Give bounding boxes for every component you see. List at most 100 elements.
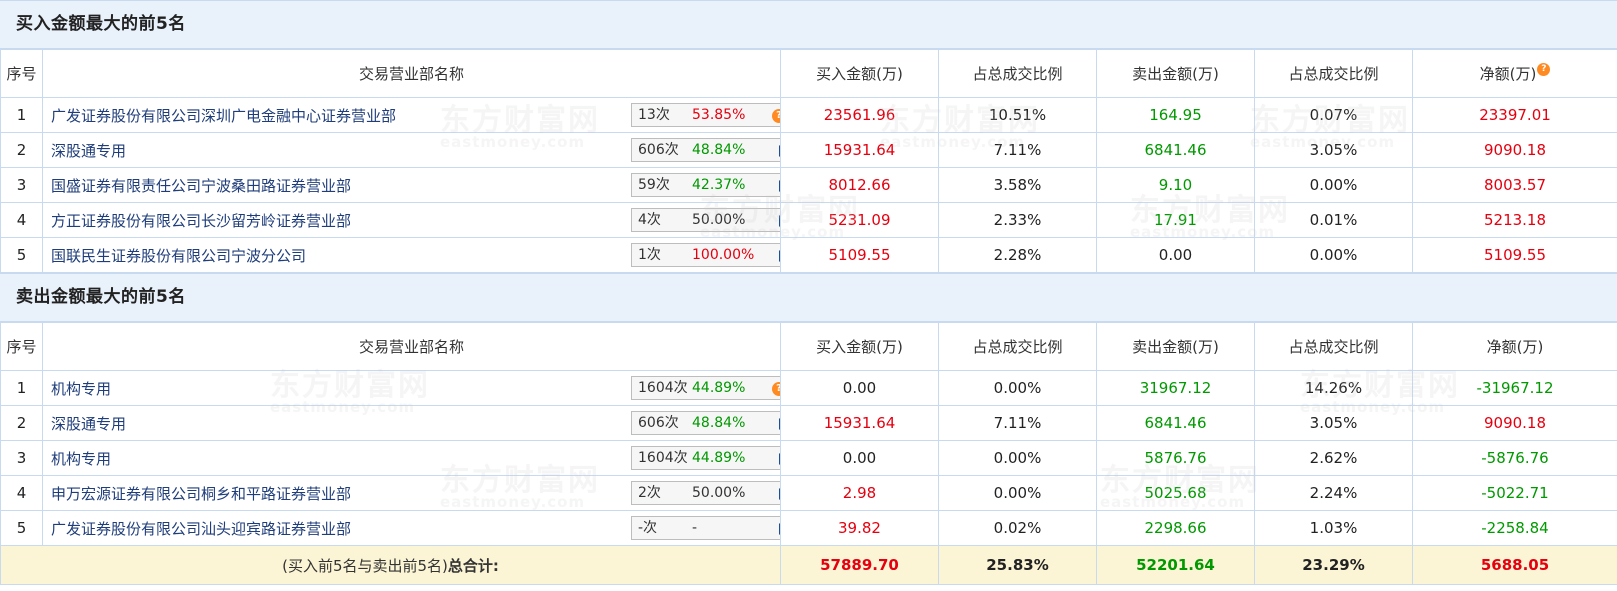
- win-rate: 100.00%: [692, 247, 755, 263]
- branch-name-link[interactable]: 方正证券股份有限公司长沙留芳岭证券营业部: [51, 212, 351, 230]
- row-index: 4: [0, 475, 43, 511]
- branch-name-link[interactable]: 申万宏源证券有限公司桐乡和平路证券营业部: [51, 485, 351, 503]
- row-index: 5: [0, 237, 43, 273]
- col-index: 序号: [0, 322, 43, 371]
- branch-name-link[interactable]: 广发证券股份有限公司深圳广电金融中心证券营业部: [51, 107, 396, 125]
- sell-section-title: 卖出金额最大的前5名: [0, 273, 1617, 322]
- arrow-right-icon[interactable]: [779, 453, 780, 465]
- arrow-right-icon[interactable]: [779, 145, 780, 157]
- arrow-right-icon[interactable]: [779, 523, 780, 535]
- win-rate: 48.84%: [692, 415, 746, 431]
- branch-stats-badge[interactable]: 2次 50.00%: [631, 481, 780, 505]
- buy-table-row: 2 深股通专用 606次 48.84% 15931.64 7.11% 6841.46 3.05…: [0, 132, 1617, 168]
- branch-name-link[interactable]: 深股通专用: [51, 142, 126, 160]
- col-net-amount: 净额(万): [1412, 322, 1617, 371]
- branch-stats-badge[interactable]: 1604次44.89%?: [631, 376, 780, 400]
- buy-ratio: 0.02%: [938, 510, 1097, 546]
- sell-amount: 17.91: [1096, 202, 1255, 238]
- arrow-right-icon[interactable]: [779, 418, 780, 430]
- branch-name-link[interactable]: 国盛证券有限责任公司宁波桑田路证券营业部: [51, 177, 351, 195]
- sell-table-row: 2 深股通专用 606次 48.84% 15931.64 7.11% 6841.46 3.05…: [0, 405, 1617, 441]
- buy-ratio: 2.28%: [938, 237, 1097, 273]
- col-net-amount: 净额(万)?: [1412, 49, 1617, 98]
- sell-ratio: 0.00%: [1254, 237, 1413, 273]
- net-amount: 5109.55: [1412, 237, 1617, 273]
- buy-table-row: 3 国盛证券有限责任公司宁波桑田路证券营业部 59次 42.37% 8012.66 3.5…: [0, 167, 1617, 203]
- arrow-right-icon[interactable]: [779, 180, 780, 192]
- total-sell-amount: 52201.64: [1096, 545, 1255, 585]
- branch-name-cell: 申万宏源证券有限公司桐乡和平路证券营业部 2次 50.00%: [42, 475, 781, 511]
- sell-amount: 2298.66: [1096, 510, 1255, 546]
- buy-amount: 8012.66: [780, 167, 939, 203]
- branch-name-link[interactable]: 国联民生证券股份有限公司宁波分公司: [51, 247, 306, 265]
- sell-ratio: 3.05%: [1254, 405, 1413, 441]
- buy-ratio: 0.00%: [938, 440, 1097, 476]
- sell-amount: 5876.76: [1096, 440, 1255, 476]
- row-index: 5: [0, 510, 43, 546]
- net-amount: 8003.57: [1412, 167, 1617, 203]
- question-icon[interactable]: ?: [772, 109, 780, 123]
- branch-stats-badge[interactable]: 1604次 44.89%: [631, 446, 780, 470]
- buy-amount: 39.82: [780, 510, 939, 546]
- trade-count: 4次: [638, 212, 661, 228]
- win-rate: 44.89%: [692, 380, 746, 396]
- sell-ratio: 3.05%: [1254, 132, 1413, 168]
- branch-stats-badge[interactable]: -次 -: [631, 516, 780, 540]
- trade-count: 606次: [638, 142, 679, 158]
- win-rate: 50.00%: [692, 485, 746, 501]
- sell-ratio: 0.01%: [1254, 202, 1413, 238]
- win-rate: 48.84%: [692, 142, 746, 158]
- col-buy-ratio: 占总成交比例: [938, 322, 1097, 371]
- col-index: 序号: [0, 49, 43, 98]
- sell-table-row: 4 申万宏源证券有限公司桐乡和平路证券营业部 2次 50.00% 2.98 0.00% 50…: [0, 475, 1617, 511]
- branch-name-link[interactable]: 机构专用: [51, 450, 111, 468]
- buy-ratio: 7.11%: [938, 405, 1097, 441]
- buy-ratio: 3.58%: [938, 167, 1097, 203]
- sell-ratio: 2.62%: [1254, 440, 1413, 476]
- col-buy-amount: 买入金额(万): [780, 49, 939, 98]
- col-branch-name: 交易营业部名称: [42, 322, 781, 371]
- net-amount: -2258.84: [1412, 510, 1617, 546]
- sell-table-row: 3 机构专用 1604次 44.89% 0.00 0.00% 5876.76 2.62% -58…: [0, 440, 1617, 476]
- question-icon[interactable]: ?: [1537, 63, 1551, 76]
- arrow-right-icon[interactable]: [779, 488, 780, 500]
- branch-stats-badge[interactable]: 4次 50.00%: [631, 208, 780, 232]
- row-index: 3: [0, 167, 43, 203]
- buy-table-row: 4 方正证券股份有限公司长沙留芳岭证券营业部 4次 50.00% 5231.09 2.33…: [0, 202, 1617, 238]
- sell-ratio: 0.07%: [1254, 97, 1413, 133]
- sell-table-row: 1 机构专用 1604次44.89%?0.000.00%31967.1214.26%…: [0, 370, 1617, 406]
- buy-table: 序号 交易营业部名称 买入金额(万) 占总成交比例 卖出金额(万) 占总成交比例…: [0, 49, 1617, 273]
- buy-amount: 23561.96: [780, 97, 939, 133]
- arrow-right-icon[interactable]: [779, 250, 780, 262]
- net-amount: 9090.18: [1412, 132, 1617, 168]
- question-icon[interactable]: ?: [772, 382, 780, 396]
- sell-amount: 164.95: [1096, 97, 1255, 133]
- buy-amount: 0.00: [780, 440, 939, 476]
- trade-count: 1604次: [638, 380, 688, 396]
- arrow-right-icon[interactable]: [779, 215, 780, 227]
- branch-stats-badge[interactable]: 606次 48.84%: [631, 411, 780, 435]
- total-row: (买入前5名与卖出前5名)总合计: 57889.70 25.83% 52201.…: [0, 545, 1617, 585]
- row-index: 3: [0, 440, 43, 476]
- win-rate: 44.89%: [692, 450, 746, 466]
- win-rate: -: [692, 520, 698, 536]
- branch-name-link[interactable]: 广发证券股份有限公司汕头迎宾路证券营业部: [51, 520, 351, 538]
- branch-name-link[interactable]: 机构专用: [51, 380, 111, 398]
- branch-stats-badge[interactable]: 59次 42.37%: [631, 173, 780, 197]
- branch-stats-badge[interactable]: 13次 53.85%?: [631, 103, 780, 127]
- branch-name-link[interactable]: 深股通专用: [51, 415, 126, 433]
- row-index: 4: [0, 202, 43, 238]
- trade-count: 1次: [638, 247, 661, 263]
- branch-stats-badge[interactable]: 606次 48.84%: [631, 138, 780, 162]
- buy-amount: 15931.64: [780, 132, 939, 168]
- trade-count: 2次: [638, 485, 661, 501]
- win-rate: 53.85%: [692, 107, 746, 123]
- branch-name-cell: 国联民生证券股份有限公司宁波分公司 1次 100.00%: [42, 237, 781, 273]
- buy-table-row: 1 广发证券股份有限公司深圳广电金融中心证券营业部 13次 53.85%?23561.…: [0, 97, 1617, 133]
- trade-count: 606次: [638, 415, 679, 431]
- branch-stats-badge[interactable]: 1次 100.00%: [631, 243, 780, 267]
- sell-table-row: 5 广发证券股份有限公司汕头迎宾路证券营业部 -次 - 39.82 0.02% 2298.6…: [0, 510, 1617, 546]
- trade-count: 59次: [638, 177, 670, 193]
- net-amount: -31967.12: [1412, 370, 1617, 406]
- col-sell-ratio: 占总成交比例: [1254, 49, 1413, 98]
